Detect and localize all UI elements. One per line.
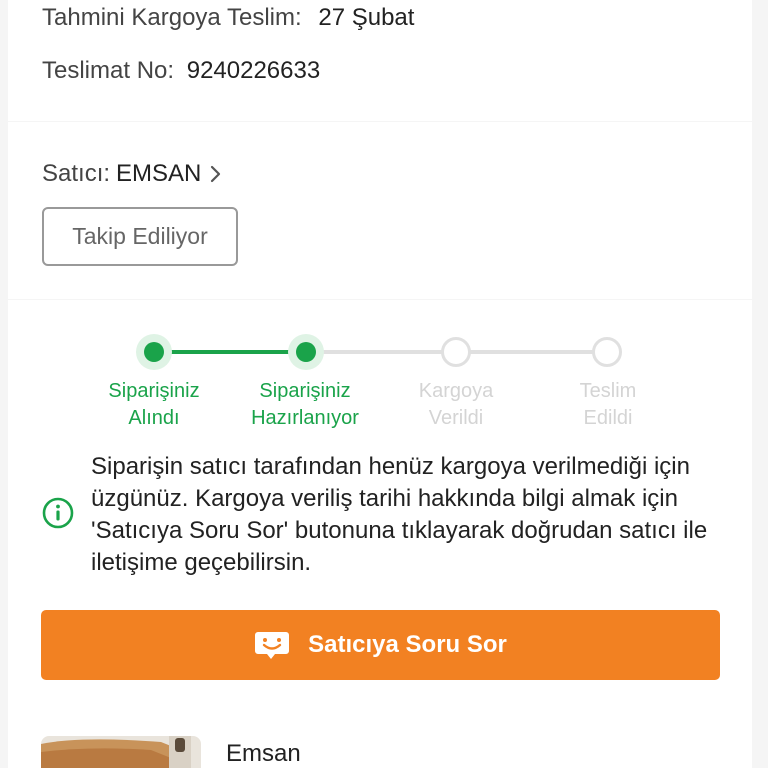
order-progress-stepper: Siparişiniz Alındı Siparişiniz Hazırlanı… [8,300,752,440]
seller-name: EMSAN [116,160,202,187]
delivery-number-label: Teslimat No: [42,57,175,84]
ask-seller-button[interactable]: Satıcıya Soru Sor [41,610,720,680]
estimate-label: Tahmini Kargoya Teslim: [42,4,302,31]
product-thumbnail[interactable] [41,736,201,768]
step-label-delivered: Teslim Edildi [579,380,637,429]
step-dot-shipped [441,337,471,367]
chevron-right-icon [211,165,221,183]
chat-smile-icon [255,632,290,659]
step-label-ordered: Siparişiniz Alındı [108,380,200,429]
step-dot-delivered [592,337,622,367]
step-dot-preparing [288,334,324,370]
delivery-number-value: 9240226633 [186,57,321,84]
order-status-card: Siparişiniz Alındı Siparişiniz Hazırlanı… [8,300,752,768]
info-icon [42,497,74,529]
step-dot-ordered [136,334,172,370]
progress-line-2 [306,350,458,354]
ask-seller-label: Satıcıya Soru Sor [308,631,507,658]
delivery-number-row: Teslimat No: 9240226633 [42,57,320,85]
product-brand[interactable]: Emsan [226,740,301,768]
step-label-shipped: Kargoya Verildi [418,380,494,429]
estimate-row: Tahmini Kargoya Teslim: 27 Şubat [42,4,414,32]
product-image [41,736,201,768]
follow-button[interactable]: Takip Ediliyor [42,207,238,266]
seller-label: Satıcı: [42,160,111,187]
not-shipped-info-text: Siparişin satıcı tarafından henüz kargoy… [91,453,708,576]
progress-line-1 [154,350,306,354]
seller-link[interactable]: Satıcı: EMSAN [42,160,223,188]
step-label-preparing: Siparişiniz Hazırlanıyor [251,380,359,429]
progress-line-3 [458,350,608,354]
estimate-value: 27 Şubat [318,4,415,31]
delivery-info-card: Tahmini Kargoya Teslim: 27 Şubat Teslima… [8,0,752,121]
seller-card: Satıcı: EMSAN Takip Ediliyor [8,122,752,299]
